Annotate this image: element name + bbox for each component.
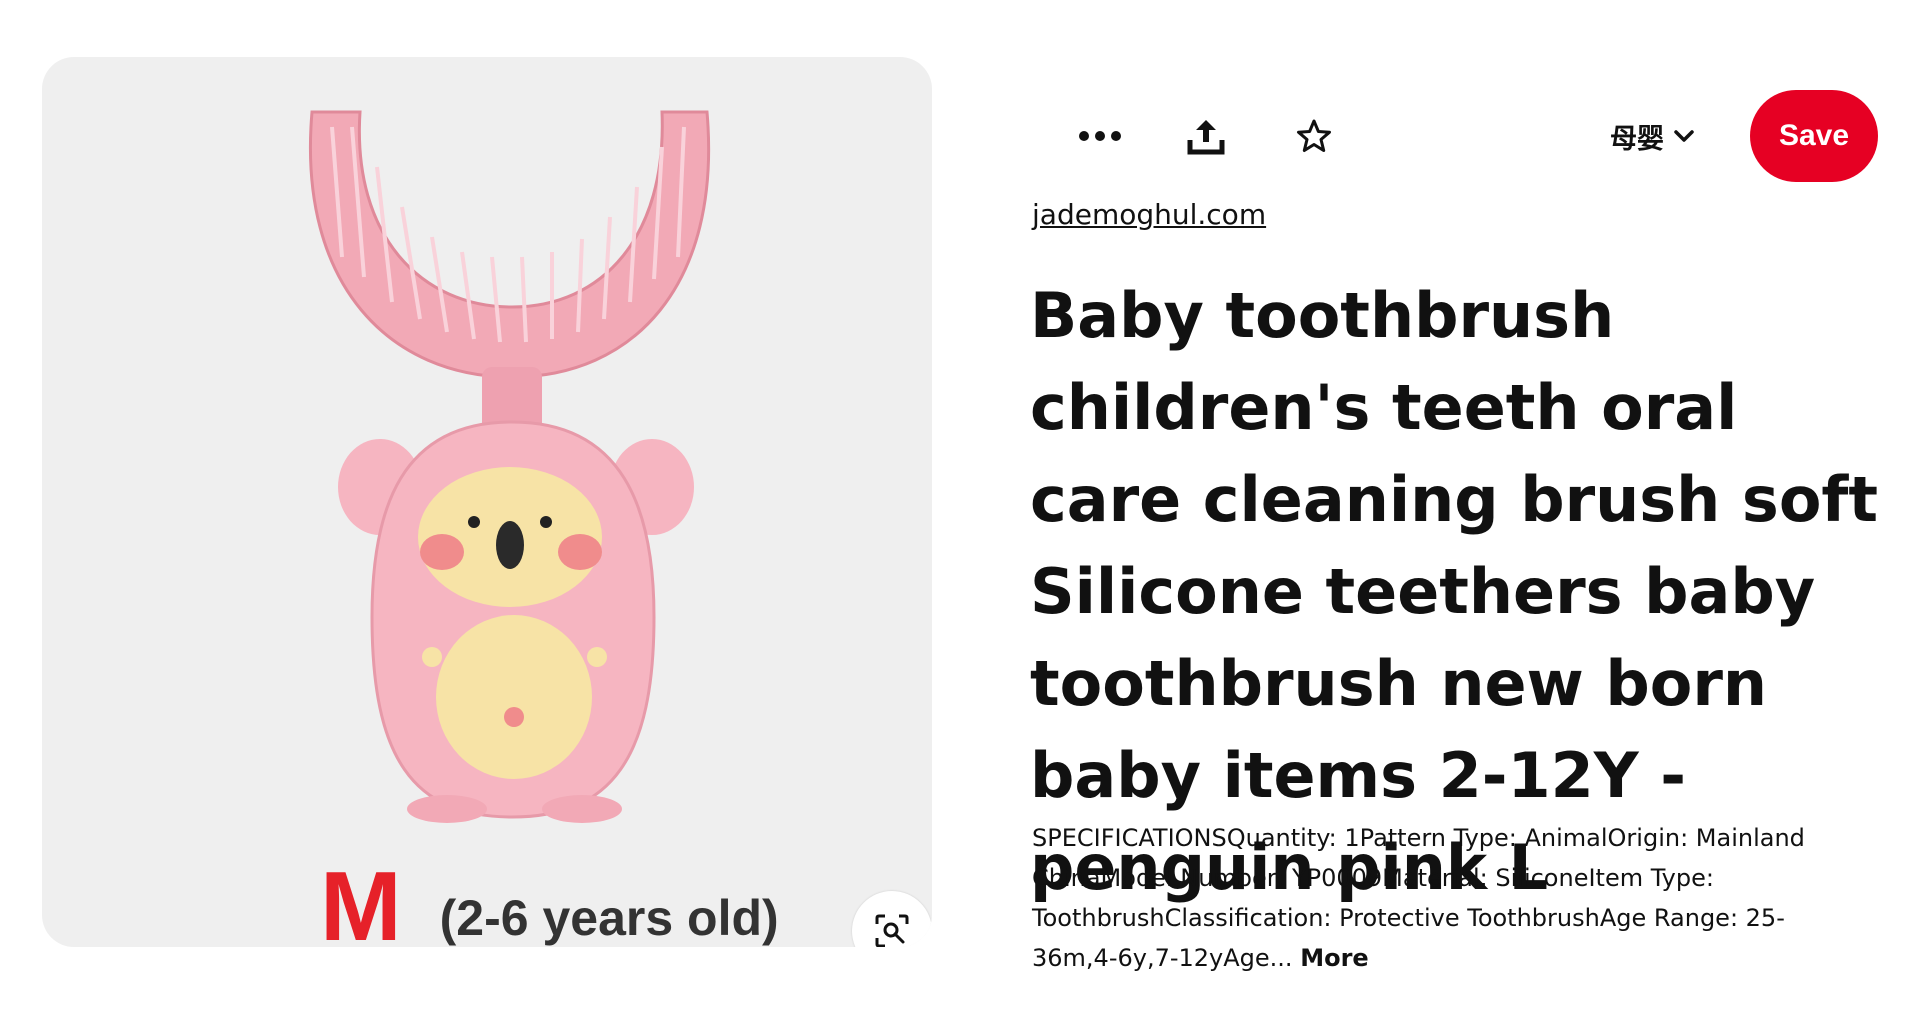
pin-image[interactable]: M (2-6 years old) bbox=[42, 57, 932, 947]
size-caption: M (2-6 years old) bbox=[320, 825, 779, 947]
toothbrush-product-image bbox=[309, 110, 710, 823]
pin-toolbar: 母婴 Save bbox=[1030, 90, 1890, 182]
description-text: SPECIFICATIONSQuantity: 1Pattern Type: A… bbox=[1032, 824, 1805, 972]
more-link[interactable]: More bbox=[1300, 944, 1368, 972]
favorite-button[interactable] bbox=[1286, 108, 1342, 164]
star-outline-icon bbox=[1297, 119, 1331, 152]
share-button[interactable] bbox=[1178, 108, 1234, 164]
more-options-button[interactable] bbox=[1072, 108, 1128, 164]
chevron-down-icon bbox=[1674, 130, 1694, 142]
pin-description: SPECIFICATIONSQuantity: 1Pattern Type: A… bbox=[1032, 818, 1862, 978]
size-range: (2-6 years old) bbox=[439, 890, 779, 946]
more-horizontal-icon bbox=[1079, 131, 1121, 141]
source-link[interactable]: jademoghul.com bbox=[1032, 198, 1266, 231]
size-letter: M bbox=[320, 851, 402, 947]
share-upload-icon bbox=[1187, 120, 1225, 155]
board-name: 母婴 bbox=[1610, 123, 1664, 155]
lens-search-icon bbox=[875, 914, 909, 947]
save-button[interactable]: Save bbox=[1750, 90, 1878, 182]
board-selector[interactable]: 母婴 bbox=[1610, 116, 1694, 156]
